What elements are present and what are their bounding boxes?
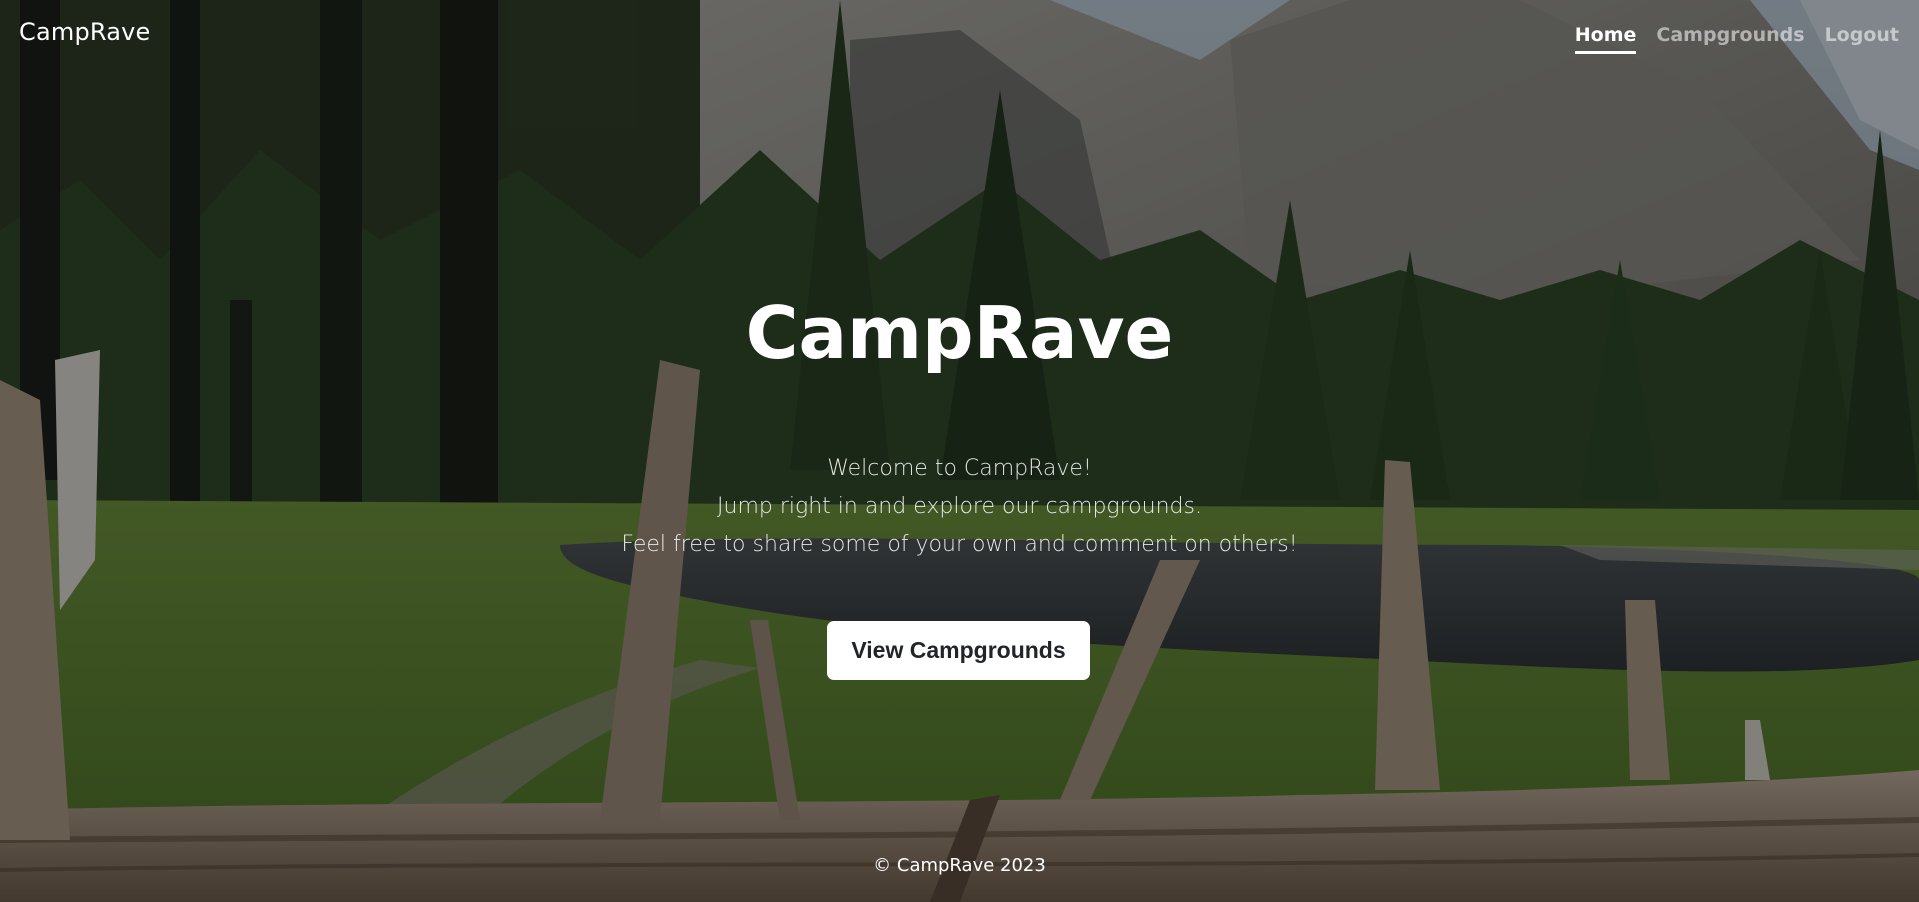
lead-line-share: Feel free to share some of your own and … [621,532,1298,557]
lead-line-welcome: Welcome to CampRave! [827,456,1092,481]
nav-link-campgrounds[interactable]: Campgrounds [1656,24,1804,54]
lead-line-explore: Jump right in and explore our campground… [717,494,1202,519]
top-navbar: CampRave Home Campgrounds Logout [0,0,1919,70]
footer: © CampRave 2023 [0,855,1919,876]
brand-logo-link[interactable]: CampRave [19,18,151,46]
copyright-text: © CampRave 2023 [873,855,1046,876]
nav-links: Home Campgrounds Logout [1574,24,1899,54]
hero-title: CampRave [745,291,1174,375]
landing-page: CampRave Home Campgrounds Logout CampRav… [0,0,1919,902]
nav-link-home[interactable]: Home [1574,24,1637,54]
hero-lead-text: Welcome to CampRave! Jump right in and e… [0,450,1919,564]
view-campgrounds-button[interactable]: View Campgrounds [827,621,1090,680]
nav-link-logout[interactable]: Logout [1825,24,1899,54]
